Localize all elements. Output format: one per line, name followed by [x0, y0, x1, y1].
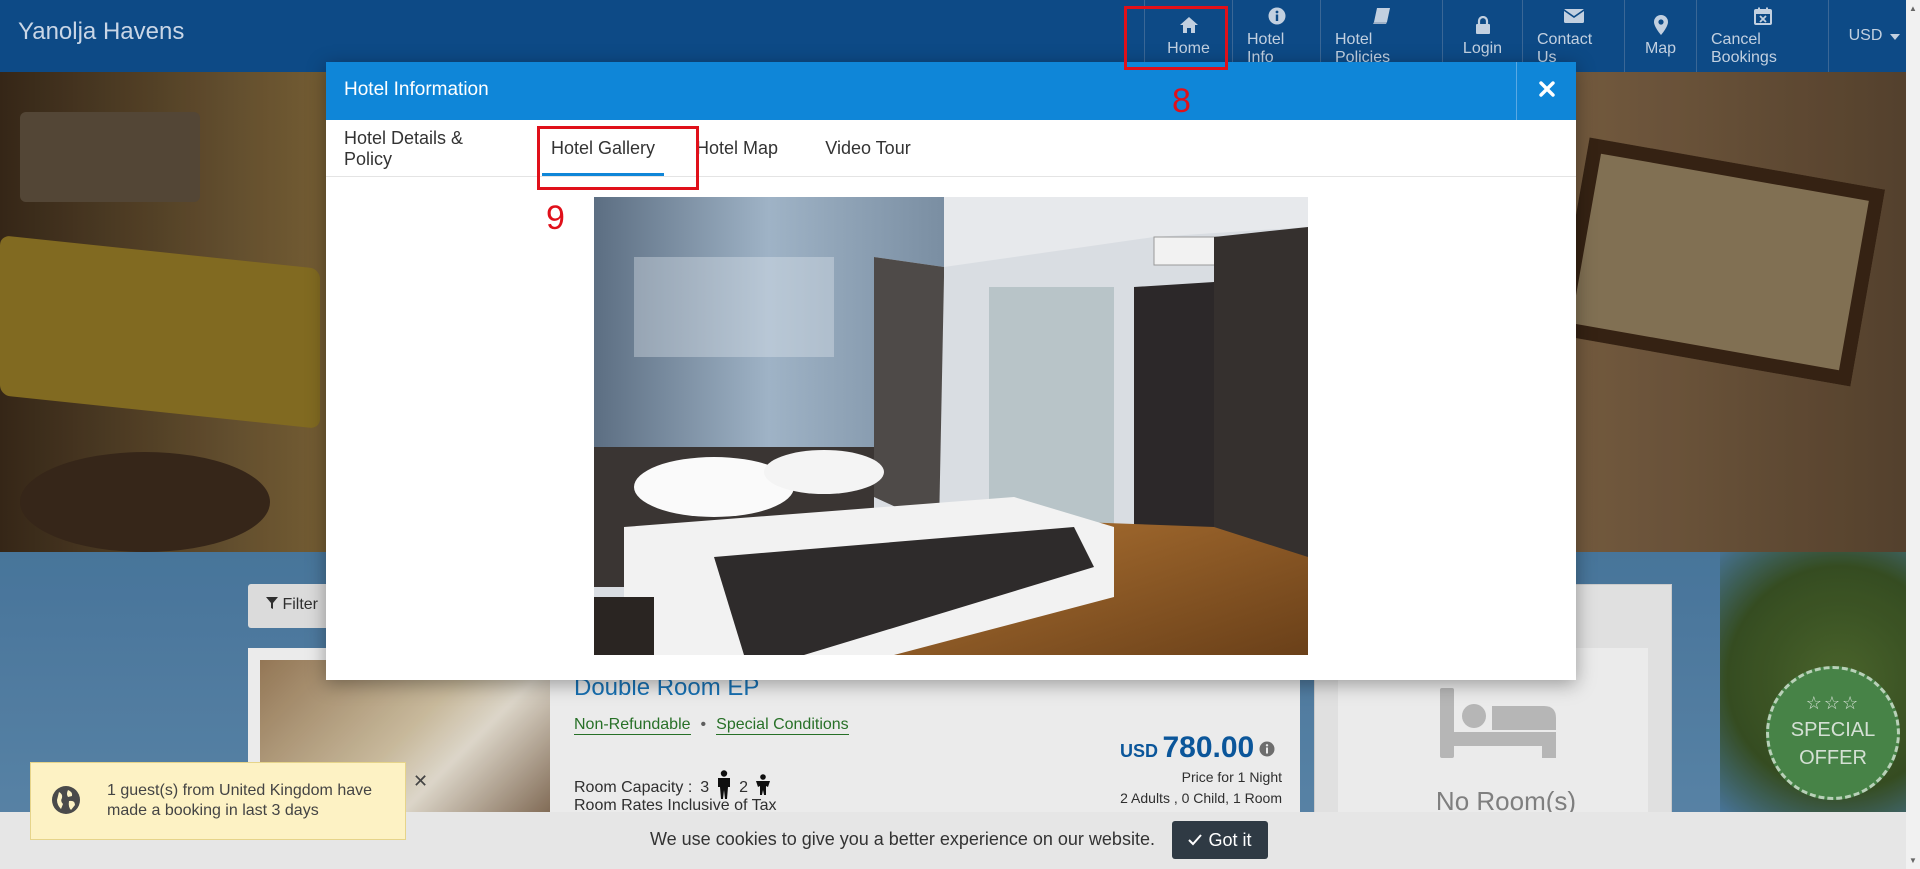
modal-tabs: Hotel Details & Policy Hotel Gallery Hot… — [326, 120, 1576, 177]
booking-notification-toast: 1 guest(s) from United Kingdom have made… — [30, 762, 428, 840]
close-icon — [1538, 80, 1555, 102]
annotation-number-9: 9 — [546, 199, 565, 237]
map-marker-icon — [1653, 14, 1668, 36]
nav-map-label: Map — [1644, 40, 1677, 57]
close-button[interactable] — [1516, 62, 1576, 120]
annotation-box-hotel-info — [1124, 6, 1228, 70]
annotation-number-8: 8 — [1172, 82, 1191, 120]
tab-hotel-map[interactable]: Hotel Map — [688, 120, 786, 177]
brand-logo[interactable]: Yanolja Havens — [18, 18, 184, 46]
tab-hotel-details-policy[interactable]: Hotel Details & Policy — [344, 120, 514, 177]
scroll-down-icon[interactable]: ▼ — [1909, 856, 1917, 865]
nav-login-label: Login — [1462, 40, 1503, 57]
modal-title: Hotel Information — [344, 79, 489, 100]
lock-icon — [1475, 14, 1491, 36]
globe-icon — [51, 785, 81, 820]
hotel-info-modal: Hotel Information Hotel Details & Policy… — [326, 62, 1576, 680]
annotation-box-hotel-gallery — [537, 126, 699, 190]
toast-close-icon[interactable]: ✕ — [413, 771, 428, 792]
book-icon — [1372, 5, 1392, 27]
calendar-x-icon — [1753, 5, 1772, 27]
cookie-accept-label: Got it — [1208, 829, 1252, 850]
cookie-message: We use cookies to give you a better expe… — [650, 829, 1155, 849]
scroll-up-icon[interactable]: ▲ — [1909, 4, 1917, 13]
gallery-image[interactable] — [594, 197, 1308, 655]
modal-header: Hotel Information — [326, 62, 1576, 120]
envelope-icon — [1563, 5, 1584, 27]
check-icon — [1188, 830, 1203, 851]
nav-map[interactable]: Map — [1624, 0, 1696, 72]
nav-cancel-bookings-label: Cancel Bookings — [1711, 31, 1777, 66]
currency-label: USD — [1848, 27, 1883, 44]
caret-down-icon — [1890, 27, 1901, 45]
cookie-accept-button[interactable]: Got it — [1172, 821, 1268, 859]
page-scrollbar[interactable]: ▲ ▼ — [1906, 0, 1920, 869]
toast-message: 1 guest(s) from United Kingdom have made… — [107, 782, 373, 819]
nav-cancel-bookings[interactable]: Cancel Bookings — [1696, 0, 1828, 72]
info-icon — [1268, 5, 1286, 27]
tab-video-tour[interactable]: Video Tour — [818, 120, 918, 177]
